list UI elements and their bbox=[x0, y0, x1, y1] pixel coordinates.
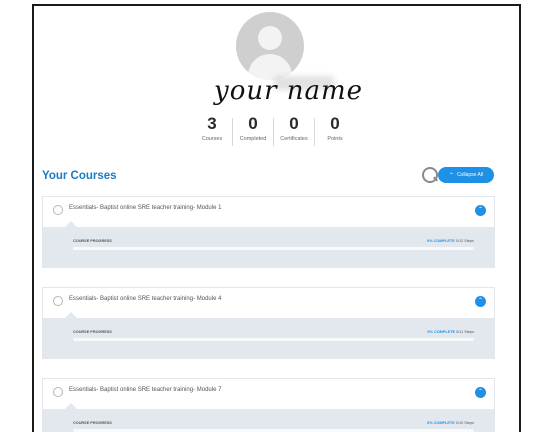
course-header[interactable]: Essentials- Baptist online SRE teacher t… bbox=[43, 197, 494, 217]
collapse-all-label: Collapse All bbox=[456, 172, 484, 178]
course-status-radio[interactable] bbox=[53, 296, 63, 306]
collapse-course-icon[interactable]: ⌃ bbox=[475, 296, 486, 307]
steps-count: 0/11 Steps bbox=[456, 330, 474, 334]
progress-label: COURSE PROGRESS bbox=[73, 239, 112, 243]
progress-summary: 0% COMPLETE 0/10 Steps bbox=[427, 421, 474, 425]
stat-value: 0 bbox=[289, 114, 299, 133]
collapse-all-button[interactable]: ⌃ Collapse All bbox=[438, 167, 494, 183]
course-progress-panel: COURSE PROGRESS 0% COMPLETE 0/12 Steps bbox=[43, 221, 494, 267]
course-header[interactable]: Essentials- Baptist online SRE teacher t… bbox=[43, 288, 494, 308]
course-progress-panel: COURSE PROGRESS 0% COMPLETE 0/10 Steps bbox=[43, 403, 494, 432]
avatar bbox=[236, 12, 304, 80]
stat-certificates: 0 Certificates bbox=[274, 114, 314, 146]
course-status-radio[interactable] bbox=[53, 387, 63, 397]
profile-page: your name 3 Courses 0 Completed 0 Certif… bbox=[32, 4, 521, 432]
stat-value: 0 bbox=[330, 114, 340, 133]
course-title[interactable]: Essentials- Baptist online SRE teacher t… bbox=[69, 205, 221, 211]
steps-count: 0/12 Steps bbox=[455, 239, 474, 243]
stat-value: 0 bbox=[248, 114, 258, 133]
progress-summary: 0% COMPLETE 0/11 Steps bbox=[427, 330, 474, 334]
stat-label: Points bbox=[327, 136, 343, 142]
chevron-up-icon: ⌃ bbox=[448, 172, 454, 179]
percent-complete: 0% COMPLETE bbox=[427, 421, 455, 425]
course-card: Essentials- Baptist online SRE teacher t… bbox=[42, 287, 495, 402]
course-progress-panel: COURSE PROGRESS 0% COMPLETE 0/11 Steps bbox=[43, 312, 494, 402]
collapse-course-icon[interactable]: ⌃ bbox=[475, 205, 486, 216]
handwritten-name: your name bbox=[214, 76, 364, 106]
stat-points: 0 Points bbox=[315, 114, 355, 146]
profile-stats: 3 Courses 0 Completed 0 Certificates 0 P… bbox=[192, 114, 355, 146]
course-card: Essentials- Baptist online SRE teacher t… bbox=[42, 196, 495, 268]
steps-count: 0/10 Steps bbox=[455, 421, 474, 425]
collapse-course-icon[interactable]: ⌃ bbox=[475, 387, 486, 398]
search-icon[interactable] bbox=[422, 167, 438, 183]
progress-bar bbox=[73, 338, 474, 341]
course-header[interactable]: Essentials- Baptist online SRE teacher t… bbox=[43, 379, 494, 399]
course-status-radio[interactable] bbox=[53, 205, 63, 215]
progress-label: COURSE PROGRESS bbox=[73, 330, 112, 334]
progress-bar bbox=[73, 247, 474, 250]
course-title[interactable]: Essentials- Baptist online SRE teacher t… bbox=[69, 296, 221, 302]
stat-courses: 3 Courses bbox=[192, 114, 232, 146]
progress-label: COURSE PROGRESS bbox=[73, 421, 112, 425]
progress-summary: 0% COMPLETE 0/12 Steps bbox=[427, 239, 474, 243]
stat-label: Certificates bbox=[280, 136, 308, 142]
percent-complete: 0% COMPLETE bbox=[427, 330, 456, 334]
percent-complete: 0% COMPLETE bbox=[427, 239, 455, 243]
stat-label: Courses bbox=[201, 136, 223, 142]
course-title[interactable]: Essentials- Baptist online SRE teacher t… bbox=[69, 387, 221, 393]
your-courses-heading: Your Courses bbox=[42, 170, 117, 182]
course-card: Essentials- Baptist online SRE teacher t… bbox=[42, 378, 495, 432]
stat-completed: 0 Completed bbox=[233, 114, 273, 146]
stat-value: 3 bbox=[207, 114, 217, 133]
stat-label: Completed bbox=[239, 136, 267, 142]
